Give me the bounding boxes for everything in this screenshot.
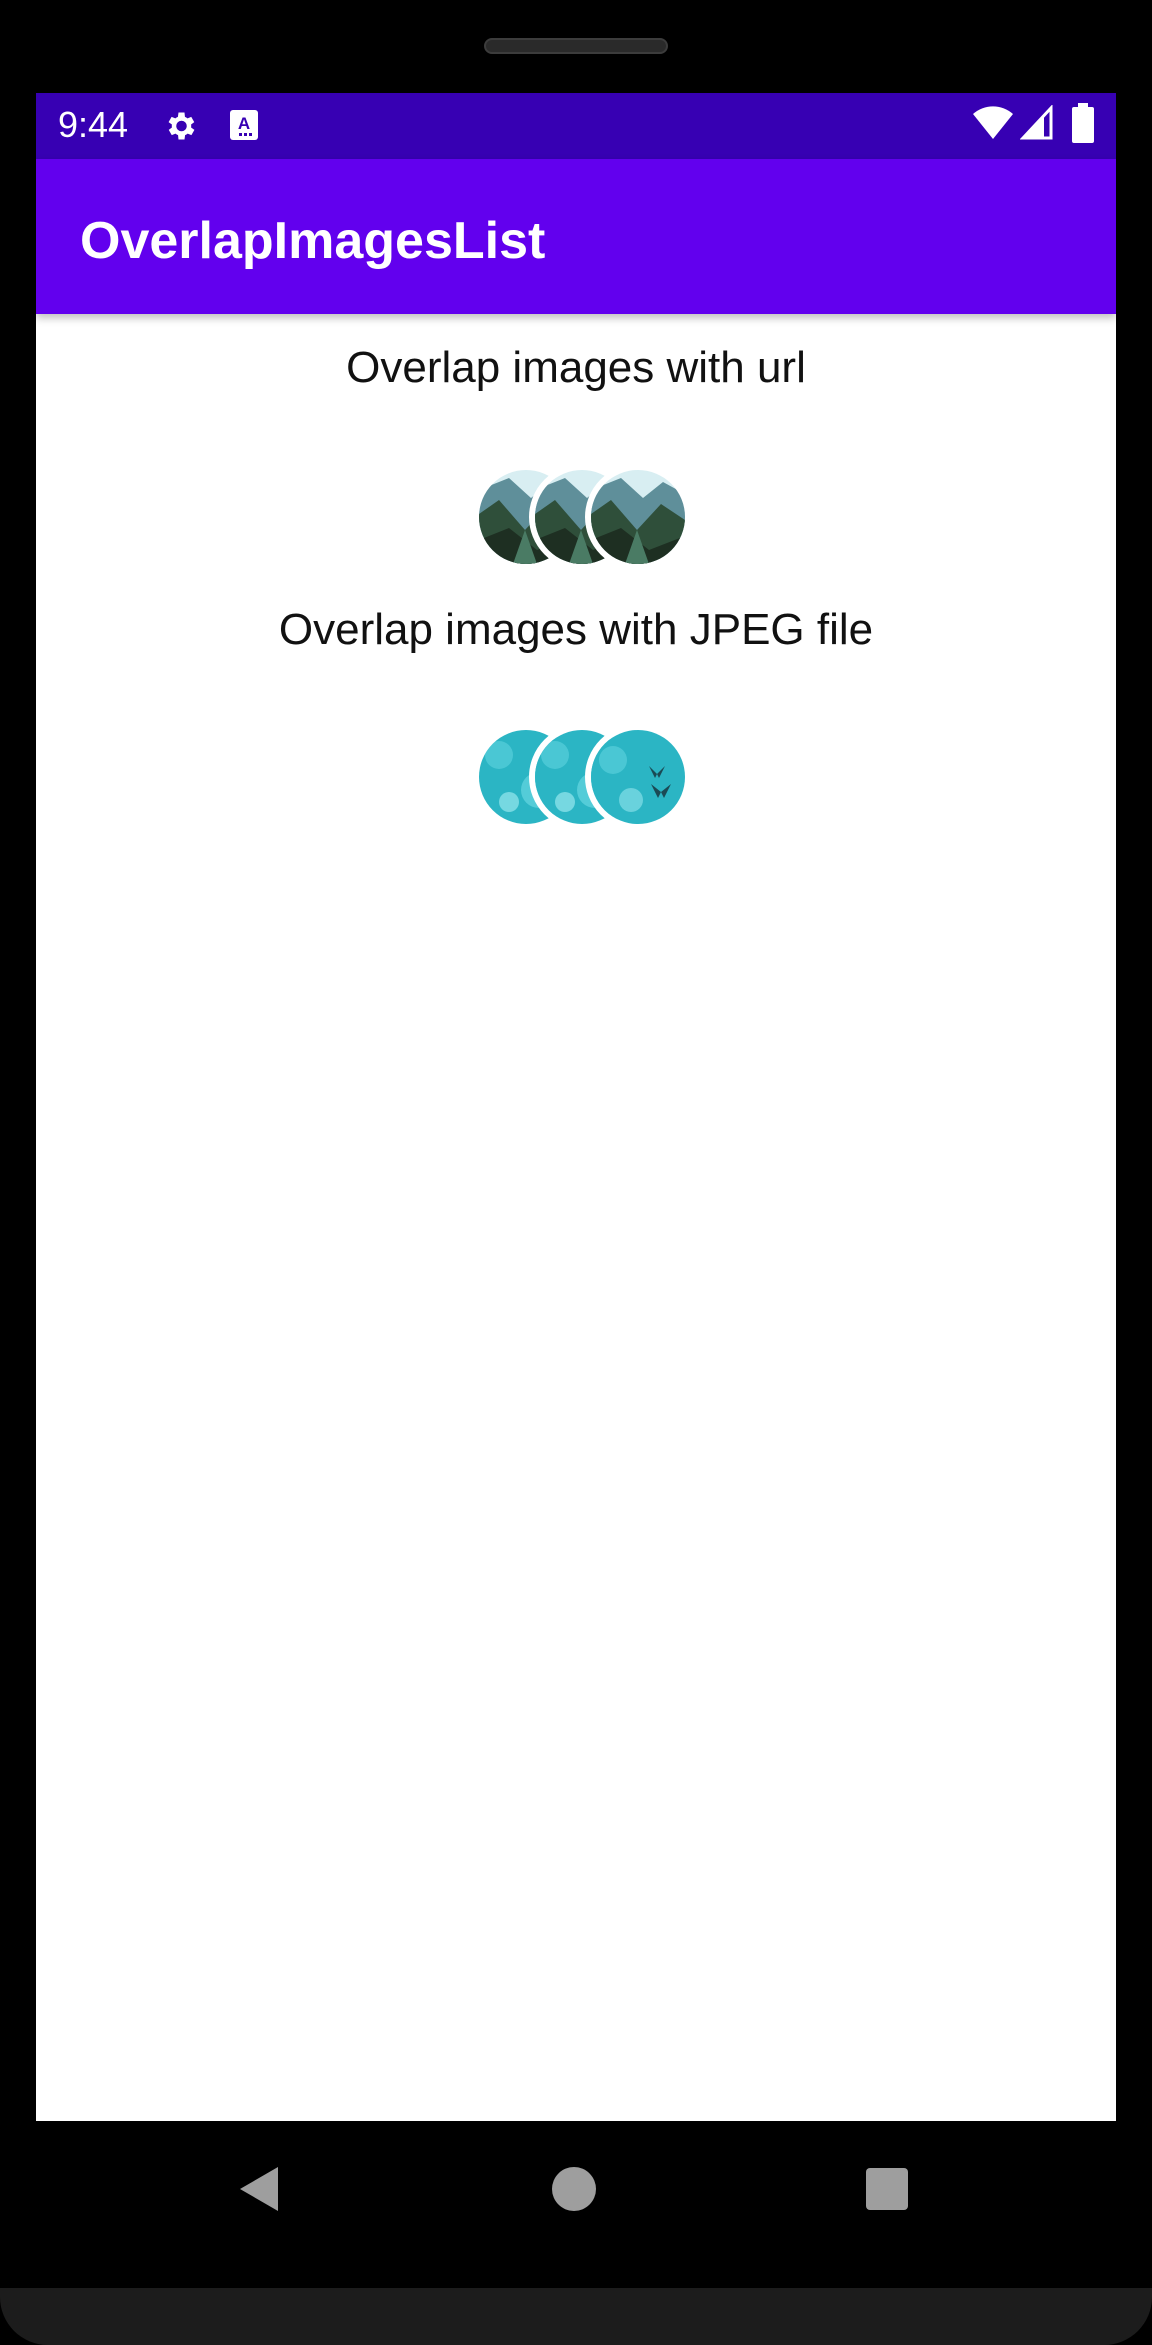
screen: 9:44 A OverlapImagesList Overlap images …	[36, 93, 1116, 2121]
app-title: OverlapImagesList	[80, 212, 546, 270]
wifi-icon	[972, 105, 1014, 146]
navigation-bar	[0, 2121, 1152, 2291]
battery-icon	[1072, 103, 1094, 148]
status-bar: 9:44 A	[36, 93, 1116, 159]
signal-icon	[1019, 104, 1054, 146]
app-bar: OverlapImagesList	[36, 159, 1116, 314]
recents-icon[interactable]	[866, 2168, 908, 2210]
speaker-grille	[484, 38, 668, 54]
phone-device: 9:44 A OverlapImagesList Overlap images …	[0, 0, 1152, 2345]
status-time: 9:44	[58, 104, 129, 145]
section-title-url: Overlap images with url	[346, 343, 806, 392]
overlap-images-jpeg-row	[473, 724, 713, 830]
svg-text:A: A	[238, 114, 250, 133]
overlap-images-url-row	[473, 464, 713, 570]
keyboard-a-icon: A	[229, 108, 259, 147]
home-icon[interactable]	[552, 2167, 596, 2211]
bottom-bezel	[0, 2288, 1152, 2345]
back-icon[interactable]	[238, 2165, 280, 2218]
gear-icon	[162, 108, 198, 149]
mountain-valley-image	[585, 464, 691, 570]
teal-butterfly-image	[585, 724, 691, 830]
section-title-jpeg: Overlap images with JPEG file	[278, 605, 874, 654]
